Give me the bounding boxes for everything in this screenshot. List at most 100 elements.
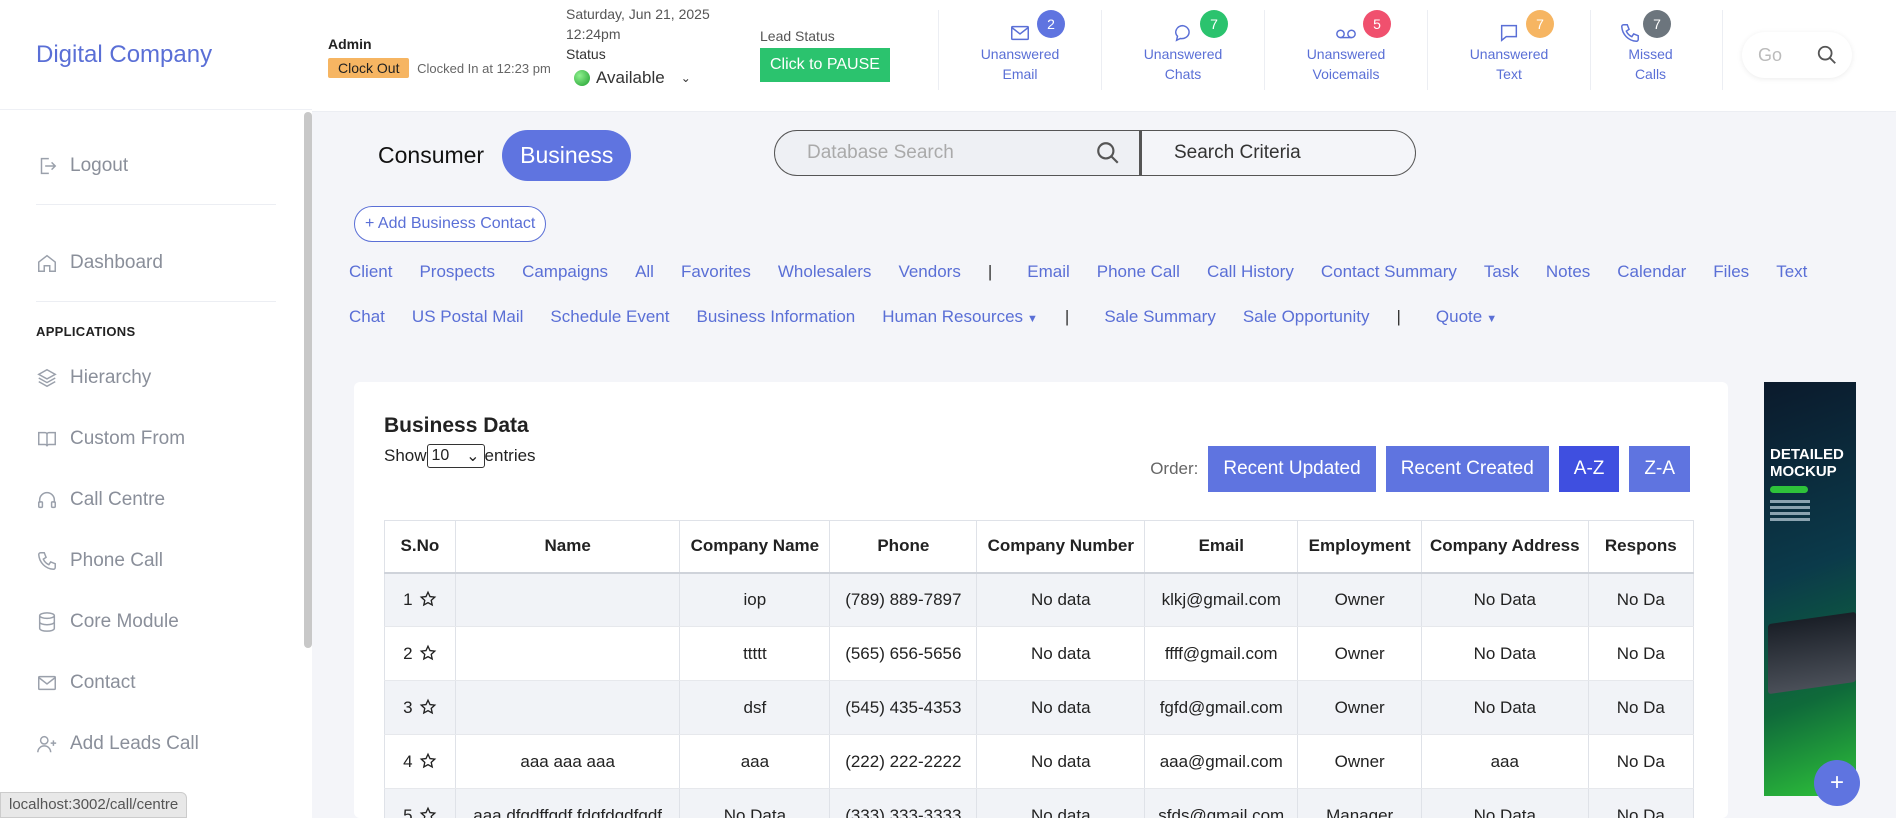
tab-files[interactable]: Files (1713, 262, 1749, 282)
table-scroll-area[interactable]: S.No Name Company Name Phone Company Num… (384, 520, 1694, 818)
sidebar-item-phone-call[interactable]: Phone Call (36, 530, 276, 591)
star-icon[interactable] (419, 806, 437, 818)
tab-label: Quote (1435, 307, 1483, 326)
sidebar-scrollbar[interactable] (304, 112, 312, 648)
star-icon[interactable] (419, 698, 437, 716)
star-icon[interactable] (419, 644, 437, 662)
top-bar-divider (1722, 10, 1723, 90)
pause-lead-button[interactable]: Click to PAUSE (760, 48, 890, 82)
sidebar-item-contact[interactable]: Contact (36, 652, 276, 713)
column-header[interactable]: Company Address (1421, 520, 1589, 574)
notif-unanswered-text[interactable]: 7 Unanswered Text (1427, 10, 1590, 90)
database-search-input[interactable]: Database Search (774, 130, 1140, 176)
global-search-input[interactable]: Go (1742, 32, 1852, 78)
notif-line2: Text (1496, 66, 1522, 82)
order-recent-created-button[interactable]: Recent Created (1385, 446, 1549, 492)
status-dropdown[interactable]: Available ⌄ (566, 68, 710, 88)
search-criteria-button[interactable]: Search Criteria (1140, 130, 1416, 176)
tab-call-history[interactable]: Call History (1207, 262, 1294, 282)
notif-badge: 2 (1037, 10, 1065, 38)
table-row[interactable]: 2 ttttt (565) 656-5656 No data ffff@gmai… (384, 626, 1694, 681)
table-row[interactable]: 1 iop (789) 889-7897 No data klkj@gmail.… (384, 572, 1694, 627)
sidebar-item-core-module[interactable]: Core Module (36, 591, 276, 652)
tab-prospects[interactable]: Prospects (419, 262, 495, 282)
row-index-cell: 2 (384, 626, 456, 681)
notif-line1: Unanswered (1306, 46, 1386, 62)
company-name-cell: dsf (679, 680, 831, 735)
tab-email[interactable]: Email (1027, 262, 1070, 282)
phone-icon (1621, 24, 1639, 42)
toggle-business[interactable]: Business (502, 130, 632, 181)
phone-cell: (789) 889-7897 (829, 572, 978, 627)
tab-us-postal-mail[interactable]: US Postal Mail (412, 307, 523, 327)
column-header[interactable]: Company Name (679, 520, 831, 574)
tab-sale-summary[interactable]: Sale Summary (1104, 307, 1215, 327)
column-header[interactable]: Phone (829, 520, 978, 574)
sidebar-item-custom-from[interactable]: Custom From (36, 408, 276, 469)
star-icon[interactable] (419, 752, 437, 770)
sidebar-item-call-centre[interactable]: Call Centre (36, 469, 276, 530)
table-row[interactable]: 3 dsf (545) 435-4353 No data fgfd@gmail.… (384, 680, 1694, 735)
contact-type-toggle: Consumer Business (360, 130, 632, 181)
ad-title-line: MOCKUP (1770, 463, 1837, 480)
tab-calendar[interactable]: Calendar (1617, 262, 1686, 282)
tab-schedule-event[interactable]: Schedule Event (550, 307, 669, 327)
tab-contact-summary[interactable]: Contact Summary (1321, 262, 1457, 282)
company-number-cell: No data (976, 734, 1146, 789)
tab-campaigns[interactable]: Campaigns (522, 262, 608, 282)
tab-notes[interactable]: Notes (1546, 262, 1590, 282)
tab-task[interactable]: Task (1484, 262, 1519, 282)
tab-all[interactable]: All (635, 262, 654, 282)
order-recent-updated-button[interactable]: Recent Updated (1208, 446, 1376, 492)
table-row[interactable]: 5 aaa dfgdffgdf fdgfdgdfgdf No Data (333… (384, 788, 1694, 818)
notif-unanswered-voicemails[interactable]: 5 Unanswered Voicemails (1264, 10, 1427, 90)
tab-phone-call[interactable]: Phone Call (1097, 262, 1180, 282)
sidebar-item-label: Dashboard (70, 252, 163, 273)
sidebar-item-add-leads-call[interactable]: Add Leads Call (36, 713, 276, 774)
star-icon[interactable] (419, 590, 437, 608)
lead-status-block: Lead Status Click to PAUSE (760, 28, 890, 82)
sidebar-item-hierarchy[interactable]: Hierarchy (36, 347, 276, 408)
name-cell (454, 680, 681, 735)
tab-chat[interactable]: Chat (349, 307, 385, 327)
sidebar-item-logout[interactable]: Logout (36, 146, 276, 186)
add-business-contact-button[interactable]: + Add Business Contact (354, 206, 547, 242)
date-block: Saturday, Jun 21, 2025 12:24pm Status Av… (566, 4, 710, 88)
ad-banner[interactable]: DETAILED MOCKUP (1764, 382, 1856, 796)
tab-client[interactable]: Client (349, 262, 392, 282)
column-header[interactable]: Employment (1297, 520, 1422, 574)
tab-text[interactable]: Text (1776, 262, 1807, 282)
order-a-z-button[interactable]: A-Z (1558, 446, 1620, 492)
tab-sale-opportunity[interactable]: Sale Opportunity (1243, 307, 1370, 327)
name-cell: aaa aaa aaa (454, 734, 681, 789)
sidebar-item-dashboard[interactable]: Dashboard (36, 243, 276, 283)
search-icon[interactable] (1095, 140, 1121, 166)
sidebar: Digital Company Logout Dashboard APPLICA… (0, 0, 312, 818)
toggle-consumer[interactable]: Consumer (360, 130, 502, 181)
tab-favorites[interactable]: Favorites (681, 262, 751, 282)
search-icon[interactable] (1816, 44, 1838, 66)
notif-missed-calls[interactable]: 7 Missed Calls (1590, 10, 1710, 90)
email-cell: aaa@gmail.com (1144, 734, 1299, 789)
column-header[interactable]: Name (454, 520, 681, 574)
brand-title[interactable]: Digital Company (0, 0, 312, 110)
column-header[interactable]: S.No (384, 520, 456, 574)
clock-out-button[interactable]: Clock Out (328, 58, 410, 78)
column-header[interactable]: Company Number (976, 520, 1146, 574)
floating-add-button[interactable]: + (1814, 760, 1860, 806)
tab-human-resources[interactable]: Human Resources ▼ (882, 307, 1038, 327)
response-cell: No Da (1587, 626, 1694, 681)
notif-unanswered-email[interactable]: 2 Unanswered Email (938, 10, 1101, 90)
column-header[interactable]: Respons (1587, 520, 1694, 574)
tab-business-information[interactable]: Business Information (697, 307, 856, 327)
tab-vendors[interactable]: Vendors (898, 262, 960, 282)
order-z-a-button[interactable]: Z-A (1629, 446, 1690, 492)
tab-wholesalers[interactable]: Wholesalers (778, 262, 872, 282)
sidebar-item-label: Call Centre (70, 488, 166, 510)
table-row[interactable]: 4 aaa aaa aaa aaa (222) 222-2222 No data… (384, 734, 1694, 789)
column-header[interactable]: Email (1144, 520, 1299, 574)
notif-unanswered-chats[interactable]: 7 Unanswered Chats (1101, 10, 1264, 90)
tab-quote[interactable]: Quote ▼ (1436, 307, 1497, 327)
entries-select[interactable]: 10 ⌄ (426, 444, 485, 468)
clocked-in-text: Clocked In at 12:23 pm (417, 61, 551, 76)
